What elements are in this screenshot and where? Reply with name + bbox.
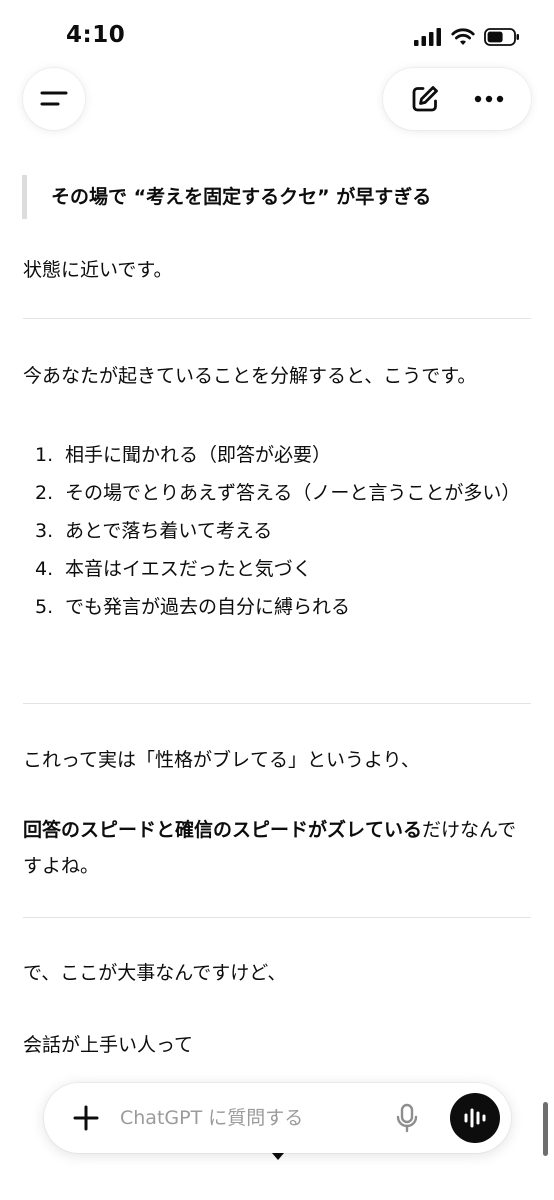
message-paragraph: 回答のスピードと確信のスピードがズレているだけなんですよね。 [23,819,517,877]
list-item: 5. でも発言が過去の自分に縛られる [35,596,351,618]
message-paragraph: 会話が上手い人って [23,1034,194,1056]
list-item: 3. あとで落ち着いて考える [35,520,273,542]
quote-block: その場で “考えを固定するクセ” が早すぎる [22,175,522,219]
bold-text: 回答のスピードと確信のスピードがズレている [23,819,423,841]
status-time: 4:10 [66,22,126,48]
battery-icon [484,28,519,46]
more-icon [474,95,504,103]
status-icons [414,26,520,48]
new-chat-button[interactable] [399,73,451,125]
mic-icon[interactable] [396,1103,418,1133]
divider [23,917,531,918]
message-paragraph: で、ここが大事なんですけど、 [23,962,287,984]
edit-icon [412,86,438,112]
menu-button[interactable] [23,68,85,130]
message-paragraph: 今あなたが起きていることを分解すると、こうです。 [23,365,477,387]
status-bar: 4:10 [0,0,554,70]
numbered-list: 1. 相手に聞かれる（即答が必要） 2. その場でとりあえず答える（ノーと言うことが… [23,439,523,629]
message-input[interactable]: ChatGPT に質問する [120,1083,303,1153]
voice-mode-button[interactable] [450,1093,500,1143]
scrollbar[interactable] [543,1102,548,1156]
message-paragraph: 状態に近いです。 [23,259,173,281]
menu-icon [40,91,68,106]
wifi-icon [451,28,475,45]
divider [23,703,531,704]
list-item: 2. その場でとりあえず答える（ノーと言うことが多い） [35,482,521,504]
divider [23,318,531,319]
list-item: 1. 相手に聞かれる（即答が必要） [35,444,332,466]
signal-icon [414,28,441,46]
list-item: 4. 本音はイエスだったと気づく [35,558,312,580]
plus-icon[interactable] [72,1104,100,1132]
top-actions [383,68,531,130]
message-paragraph: これって実は「性格がブレてる」というより、 [23,749,420,771]
more-button[interactable] [463,73,515,125]
chat-screen: 4:10 その場で “考えを固定するクセ” が早すぎる 状態に近いです。 今あな… [0,0,554,1200]
voice-waveform-icon [464,1108,486,1128]
composer: ChatGPT に質問する [44,1083,511,1153]
